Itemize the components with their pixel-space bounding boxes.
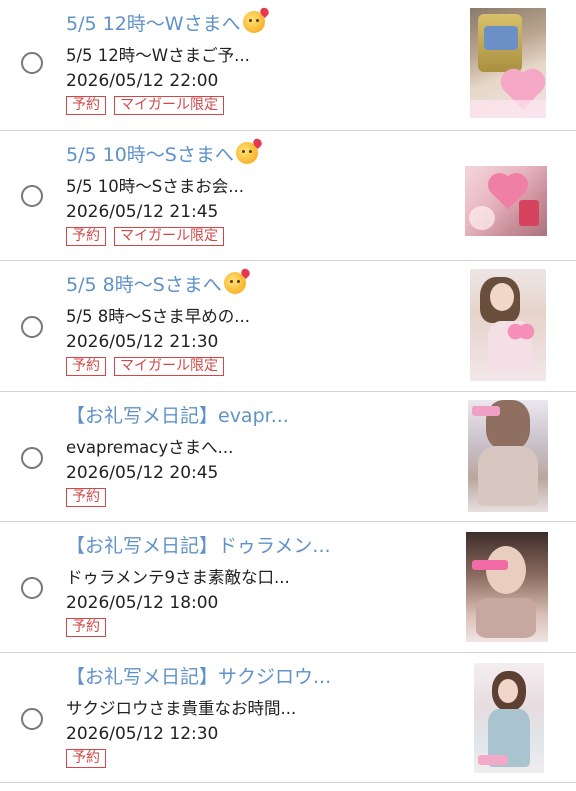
- diary-list: 5/5 12時〜Wさまへ 5/5 12時〜Wさまご予... 2026/05/12…: [0, 0, 576, 783]
- entry-title-text[interactable]: 【お礼写メ日記】ドゥラメン...: [66, 535, 331, 557]
- entry-title[interactable]: 5/5 8時〜Sさまへ: [66, 272, 246, 298]
- select-checkbox[interactable]: [21, 184, 43, 207]
- entry-snippet: 5/5 12時〜Wさまご予...: [66, 46, 250, 65]
- entry-tags: 予約 マイガール限定: [66, 96, 232, 115]
- entry-snippet: 5/5 10時〜Sさまお会...: [66, 176, 245, 196]
- tag-reservation: 予約: [66, 748, 106, 768]
- entry-title-text[interactable]: 【お礼写メ日記】サクジロウ...: [66, 666, 331, 688]
- tag-mygirl-only: マイガール限定: [114, 226, 224, 246]
- entry-title[interactable]: 【お礼写メ日記】ドゥラメン...: [66, 533, 331, 559]
- tag-reservation: 予約: [66, 487, 106, 507]
- entry-title-text[interactable]: 5/5 12時〜Wさまへ: [66, 13, 241, 35]
- entry-snippet: evapremacyさまへ...: [66, 437, 234, 457]
- photo-thumbnail[interactable]: [474, 662, 544, 773]
- entry-tags: 予約: [66, 487, 114, 507]
- tag-reservation: 予約: [66, 226, 106, 246]
- select-checkbox[interactable]: [21, 316, 43, 338]
- tag-reservation: 予約: [66, 618, 106, 637]
- tag-reservation: 予約: [66, 96, 106, 115]
- entry-snippet: 5/5 8時〜Sさま早めの...: [66, 307, 251, 326]
- photo-thumbnail[interactable]: [470, 8, 546, 118]
- select-checkbox[interactable]: [21, 52, 43, 74]
- select-checkbox[interactable]: [21, 446, 43, 469]
- tag-mygirl-only: マイガール限定: [114, 357, 224, 376]
- photo-thumbnail[interactable]: [470, 269, 546, 381]
- entry-tags: 予約 マイガール限定: [66, 357, 232, 376]
- entry-snippet: サクジロウさま貴重なお時間...: [66, 698, 297, 718]
- list-item[interactable]: 5/5 8時〜Sさまへ 5/5 8時〜Sさま早めの... 2026/05/12 …: [0, 261, 576, 392]
- entry-title-text[interactable]: 【お礼写メ日記】evapr...: [66, 405, 289, 427]
- smiling-face-with-hearts-icon: [235, 141, 258, 164]
- entry-snippet: ドゥラメンテ9さま素敵な口...: [66, 568, 290, 587]
- entry-tags: 予約: [66, 618, 114, 637]
- entry-date: 2026/05/12 21:45: [66, 201, 219, 222]
- tag-mygirl-only: マイガール限定: [114, 96, 224, 115]
- list-item[interactable]: 【お礼写メ日記】ドゥラメン... ドゥラメンテ9さま素敵な口... 2026/0…: [0, 522, 576, 653]
- entry-tags: 予約: [66, 748, 114, 768]
- list-item[interactable]: 【お礼写メ日記】サクジロウ... サクジロウさま貴重なお時間... 2026/0…: [0, 652, 576, 783]
- entry-title[interactable]: 【お礼写メ日記】サクジロウ...: [66, 664, 331, 690]
- tag-reservation: 予約: [66, 357, 106, 376]
- list-item[interactable]: 【お礼写メ日記】evapr... evapremacyさまへ... 2026/0…: [0, 391, 576, 522]
- entry-date: 2026/05/12 12:30: [66, 723, 219, 744]
- entry-title-text[interactable]: 5/5 10時〜Sさまへ: [66, 144, 234, 166]
- entry-title-text[interactable]: 5/5 8時〜Sさまへ: [66, 274, 222, 296]
- photo-thumbnail[interactable]: [468, 399, 548, 512]
- entry-title[interactable]: 5/5 10時〜Sさまへ: [66, 141, 258, 168]
- list-item[interactable]: 5/5 12時〜Wさまへ 5/5 12時〜Wさまご予... 2026/05/12…: [0, 0, 576, 131]
- entry-date: 2026/05/12 18:00: [66, 593, 219, 613]
- select-checkbox[interactable]: [21, 707, 43, 730]
- smiling-face-with-hearts-icon: [223, 272, 246, 294]
- entry-date: 2026/05/12 21:30: [66, 332, 219, 352]
- photo-thumbnail[interactable]: [466, 532, 548, 642]
- photo-thumbnail[interactable]: [465, 165, 547, 236]
- entry-date: 2026/05/12 20:45: [66, 462, 219, 483]
- smiling-face-with-hearts-icon: [242, 11, 265, 33]
- list-item[interactable]: 5/5 10時〜Sさまへ 5/5 10時〜Sさまお会... 2026/05/12…: [0, 130, 576, 261]
- select-checkbox[interactable]: [21, 577, 43, 599]
- entry-title[interactable]: 【お礼写メ日記】evapr...: [66, 403, 289, 429]
- entry-date: 2026/05/12 22:00: [66, 71, 219, 91]
- entry-title[interactable]: 5/5 12時〜Wさまへ: [66, 11, 265, 37]
- entry-tags: 予約 マイガール限定: [66, 226, 232, 246]
